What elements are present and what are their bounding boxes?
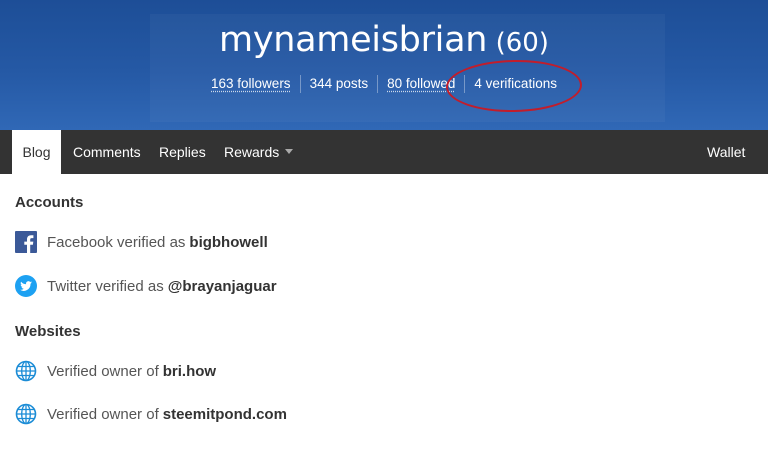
account-label-facebook: Facebook verified as (47, 233, 186, 251)
globe-icon (15, 360, 37, 382)
account-item-twitter: Twitter verified as @brayanjaguar (15, 274, 277, 298)
tab-blog[interactable]: Blog (12, 130, 61, 174)
tab-rewards-label: Rewards (224, 144, 280, 160)
account-item-facebook: Facebook verified as bigbhowell (15, 230, 268, 254)
tab-replies[interactable]: Replies (159, 130, 206, 174)
tab-rewards[interactable]: Rewards (224, 130, 294, 174)
website-label-bri-how: Verified owner of (47, 362, 159, 380)
websites-heading: Websites (15, 323, 81, 340)
profile-nav: Blog Comments Replies Rewards Wallet (0, 130, 768, 174)
accounts-heading: Accounts (15, 194, 84, 211)
profile-name: mynameisbrian (219, 20, 488, 60)
website-value-bri-how: bri.how (162, 362, 217, 380)
profile-header: mynameisbrian (60) 163 followers 344 post… (0, 0, 768, 130)
website-label-steemitpond: Verified owner of (47, 405, 159, 423)
profile-title: mynameisbrian (60) (0, 20, 768, 60)
tab-wallet[interactable]: Wallet (707, 130, 745, 174)
account-label-twitter: Twitter verified as (47, 277, 164, 295)
globe-icon (15, 403, 37, 425)
profile-stats: 163 followers 344 posts 80 followed 4 verif… (0, 75, 768, 93)
website-value-steemitpond: steemitpond.com (162, 405, 287, 423)
twitter-icon (15, 275, 37, 297)
facebook-icon (15, 231, 37, 253)
website-item-steemitpond: Verified owner of steemitpond.com (15, 402, 287, 426)
chevron-down-icon (285, 149, 294, 154)
reputation-score: (60) (495, 28, 549, 58)
website-item-bri-how: Verified owner of bri.how (15, 359, 216, 383)
tab-comments[interactable]: Comments (73, 130, 141, 174)
account-value-twitter: @brayanjaguar (167, 277, 277, 295)
followers-link[interactable]: 163 followers (202, 75, 300, 93)
posts-count: 344 posts (299, 75, 378, 93)
account-value-facebook: bigbhowell (189, 233, 268, 251)
